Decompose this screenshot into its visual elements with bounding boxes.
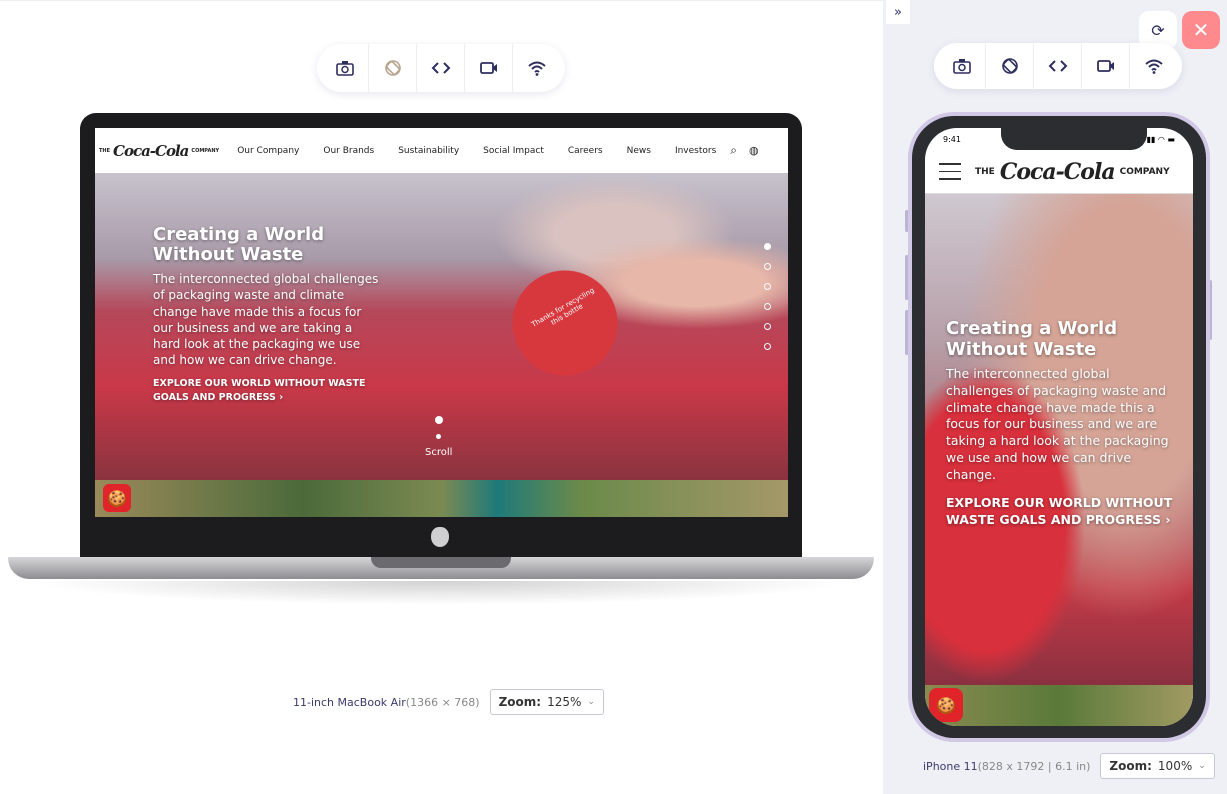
- desktop-device-info: 11-inch MacBook Air(1366 × 768) Zoom: 125…: [293, 689, 604, 715]
- record-button[interactable]: [465, 44, 513, 92]
- logo-brand: Coca-Cola: [113, 141, 189, 160]
- hamburger-menu-icon[interactable]: [939, 163, 961, 180]
- camera-icon: [335, 61, 354, 76]
- slide-dot[interactable]: [764, 263, 771, 270]
- hero-body: The interconnected global challenges of …: [946, 366, 1169, 482]
- network-button[interactable]: [513, 44, 561, 92]
- hero-banner: Thanks for recycling this bottle Creatin…: [95, 173, 788, 480]
- site-logo[interactable]: THE Coca-Cola COMPANY: [975, 159, 1170, 185]
- rotate-disabled-icon: [384, 60, 401, 76]
- hero-title: Creating a World Without Waste: [153, 224, 325, 265]
- logo-company: COMPANY: [191, 147, 220, 154]
- chevron-down-icon: ⌄: [587, 697, 595, 707]
- arrow-circle-icon: ›: [1165, 512, 1171, 528]
- slide-dot[interactable]: [764, 343, 771, 350]
- code-icon: [1048, 60, 1067, 72]
- mobile-site-nav: THE Coca-Cola COMPANY: [925, 150, 1193, 194]
- rotate-icon: [1001, 58, 1018, 74]
- globe-icon[interactable]: ◍: [749, 144, 759, 157]
- cookie-icon: 🍪: [107, 488, 127, 508]
- slide-dot[interactable]: [764, 243, 771, 250]
- scroll-indicator[interactable]: Scroll: [425, 416, 452, 458]
- code-icon: [431, 62, 450, 74]
- video-icon: [1096, 60, 1114, 72]
- arrow-circle-icon: ›: [279, 391, 284, 403]
- cookie-settings-button[interactable]: 🍪: [929, 688, 963, 722]
- device-resolution: (828 x 1792 | 6.1 in): [977, 759, 1091, 773]
- hero-cta-link[interactable]: EXPLORE OUR WORLD WITHOUT WASTE GOALS AN…: [946, 494, 1176, 529]
- nav-our-brands[interactable]: Our Brands: [323, 146, 374, 156]
- device-name: iPhone 11: [923, 759, 978, 773]
- site-logo[interactable]: THE Coca-Cola COMPANY: [99, 142, 219, 160]
- hero-body: The interconnected global challenges of …: [153, 272, 379, 368]
- apple-logo-icon: [431, 527, 449, 547]
- code-button[interactable]: [1034, 42, 1082, 90]
- search-icon[interactable]: ⌕: [730, 143, 737, 158]
- mobile-toolbar: [934, 42, 1182, 90]
- hero-title: Creating a World Without Waste: [946, 318, 1118, 360]
- site-nav: THE Coca-Cola COMPANY Our Company Our Br…: [95, 128, 788, 173]
- slide-dot[interactable]: [764, 283, 771, 290]
- nav-investors[interactable]: Investors: [675, 146, 716, 156]
- rotate-button[interactable]: [369, 44, 417, 92]
- desktop-preview-area: THE Coca-Cola COMPANY Our Company Our Br…: [0, 0, 883, 794]
- slide-dot[interactable]: [764, 323, 771, 330]
- desktop-website-viewport[interactable]: THE Coca-Cola COMPANY Our Company Our Br…: [95, 128, 788, 517]
- mobile-device-info: iPhone 11(828 x 1792 | 6.1 in) Zoom: 100%…: [923, 753, 1215, 779]
- close-icon: ✕: [1192, 18, 1210, 42]
- rotate-button[interactable]: [986, 42, 1034, 90]
- code-button[interactable]: [417, 44, 465, 92]
- mobile-website-viewport[interactable]: 9:41 ▮▮ ◠ ▬ THE Coca-Cola COMPANY Creati…: [925, 128, 1193, 726]
- collapse-panel-button[interactable]: »: [886, 0, 910, 24]
- slide-dot[interactable]: [764, 303, 771, 310]
- next-section-preview: [95, 480, 788, 517]
- nav-sustainability[interactable]: Sustainability: [398, 146, 459, 156]
- desktop-toolbar: [317, 44, 565, 92]
- mobile-zoom-select[interactable]: Zoom: 100% ⌄: [1100, 753, 1215, 779]
- next-section-preview: [925, 685, 1193, 726]
- wifi-icon: [528, 61, 546, 76]
- status-time: 9:41: [943, 134, 961, 144]
- screenshot-button[interactable]: [938, 42, 986, 90]
- video-icon: [479, 62, 497, 74]
- cookie-settings-button[interactable]: 🍪: [103, 484, 131, 512]
- wifi-icon: [1145, 59, 1163, 74]
- nav-our-company[interactable]: Our Company: [237, 146, 299, 156]
- bottle-cap-text: Thanks for recycling this bottle: [530, 286, 596, 329]
- close-button[interactable]: ✕: [1182, 11, 1220, 49]
- hero-cta-link[interactable]: EXPLORE OUR WORLD WITHOUT WASTE GOALS AN…: [153, 377, 383, 405]
- chevron-down-icon: ⌄: [1198, 761, 1206, 771]
- logo-the: THE: [99, 147, 111, 154]
- network-button[interactable]: [1130, 42, 1178, 90]
- nav-careers[interactable]: Careers: [568, 146, 603, 156]
- refresh-icon: ⟳: [1151, 20, 1165, 40]
- desktop-zoom-select[interactable]: Zoom: 125% ⌄: [489, 689, 604, 715]
- cookie-icon: 🍪: [936, 695, 956, 715]
- iphone-frame: 9:41 ▮▮ ◠ ▬ THE Coca-Cola COMPANY Creati…: [908, 112, 1210, 742]
- double-chevron-right-icon: »: [894, 4, 902, 20]
- scroll-label: Scroll: [425, 447, 453, 458]
- slide-indicator[interactable]: [764, 243, 771, 350]
- nav-news[interactable]: News: [627, 146, 651, 156]
- signal-battery-icons: ▮▮ ◠ ▬: [1146, 134, 1175, 144]
- device-resolution: (1366 × 768): [405, 695, 480, 709]
- record-button[interactable]: [1082, 42, 1130, 90]
- screenshot-button[interactable]: [321, 44, 369, 92]
- camera-icon: [952, 59, 971, 74]
- nav-social-impact[interactable]: Social Impact: [483, 146, 544, 156]
- device-name: 11-inch MacBook Air: [293, 695, 406, 709]
